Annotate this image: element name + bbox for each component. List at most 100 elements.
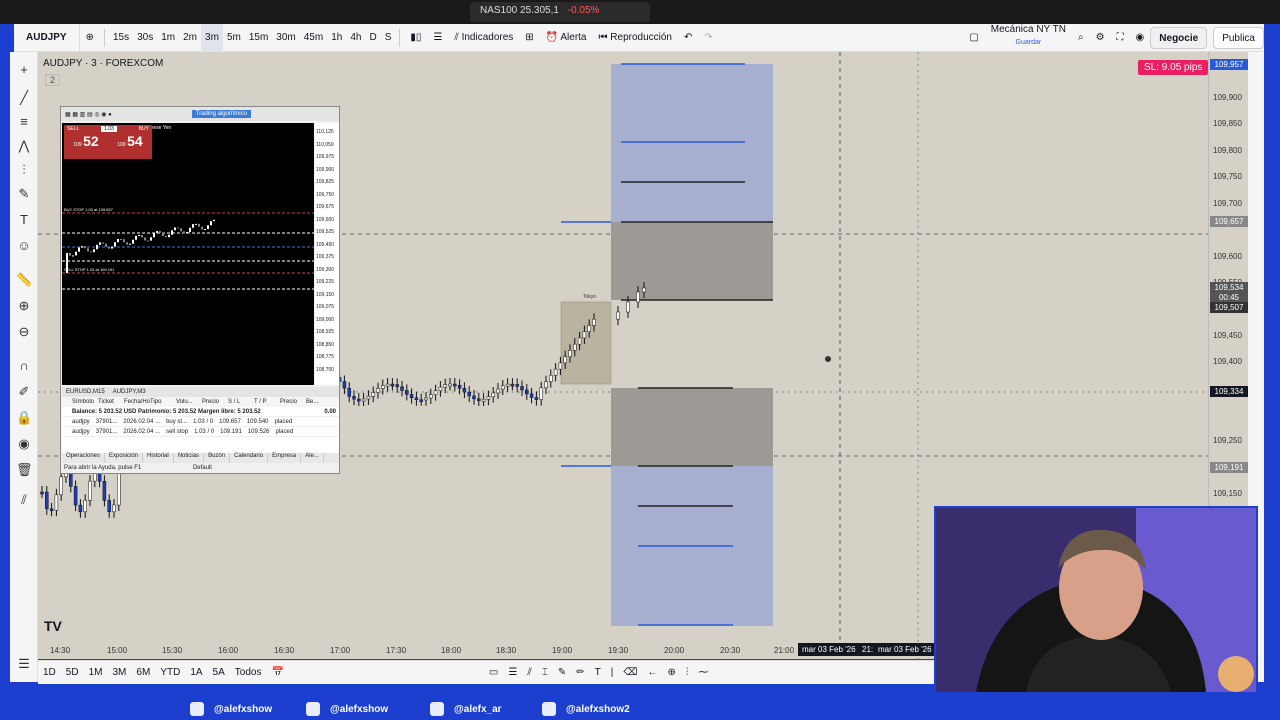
range-6M[interactable]: 6M — [131, 667, 155, 678]
publish-button[interactable]: Publica — [1213, 26, 1264, 49]
long-target-zone[interactable] — [611, 64, 773, 222]
layout-name-button[interactable]: Mecánica NY TN Guardar — [985, 24, 1072, 52]
interval-D[interactable]: D — [365, 24, 380, 52]
eraser-icon[interactable]: ⌫ — [623, 667, 637, 678]
mt-column-header[interactable]: S / L — [228, 397, 254, 407]
range-1D[interactable]: 1D — [38, 667, 61, 678]
mt-column-header[interactable]: Precio — [202, 397, 228, 407]
mt-tab[interactable]: Historial — [143, 453, 174, 463]
range-5A[interactable]: 5A — [208, 667, 230, 678]
search-icon[interactable]: ⌕ — [1072, 24, 1090, 52]
redo-icon[interactable]: ↷ — [698, 24, 718, 52]
alert-button[interactable]: ⏰ Alerta — [540, 24, 593, 52]
target-icon[interactable]: ⊕ — [667, 667, 675, 678]
text-icon[interactable]: T — [595, 667, 601, 678]
mt-buy-button[interactable]: BUY — [139, 126, 149, 132]
interval-S[interactable]: S — [381, 24, 396, 52]
mt-column-header[interactable]: Volu... — [176, 397, 202, 407]
collapse-icon[interactable]: ☰ — [16, 656, 32, 672]
undo-icon[interactable]: ↶ — [678, 24, 698, 52]
mt-terminal[interactable]: EURUSD,M15 AUDJPY,M3 Símbolo Ticket Fecha/H… — [62, 387, 339, 473]
range-1A[interactable]: 1A — [185, 667, 207, 678]
mt-tab[interactable]: Noticias — [174, 453, 205, 463]
mt-tab[interactable]: Ale... — [301, 453, 324, 463]
wave-icon[interactable]: ⁓ — [698, 667, 708, 678]
mt-chart[interactable]: AUDJPY, M3: Australian Dollar vs Japanes… — [62, 123, 314, 385]
symbol-search-button[interactable]: AUDJPY — [14, 23, 80, 52]
measure-icon[interactable]: ⌶ — [542, 667, 548, 678]
mt-lot-field[interactable]: 1.03 — [101, 126, 117, 132]
ruler-icon[interactable]: 📏 — [16, 272, 32, 288]
templates-icon[interactable]: ⊞ — [519, 24, 539, 52]
fullscreen-icon[interactable]: ⛶ — [1111, 24, 1130, 52]
indicator-count[interactable]: 2 — [45, 74, 61, 86]
interval-3m[interactable]: 3m — [201, 23, 223, 52]
mt-window-tab[interactable]: AUDJPY,M3 — [109, 387, 150, 397]
interval-15m[interactable]: 15m — [245, 24, 272, 52]
range-3M[interactable]: 3M — [108, 667, 132, 678]
replay-button[interactable]: ⏮ Reproducción — [593, 24, 679, 52]
mt-order-row[interactable]: audjpy 37901... 2026.02.04 ... buy st... 1.0… — [62, 417, 339, 427]
add-symbol-icon[interactable]: ⊕ — [80, 24, 100, 52]
fib-icon[interactable]: ≡ — [16, 114, 32, 130]
range-Todos[interactable]: Todos — [230, 667, 267, 678]
mt-one-click-panel[interactable]: SELL 1.03 BUY 109 52 109 54 — [64, 125, 152, 159]
tokyo-session-box[interactable] — [560, 301, 612, 385]
mt-tab[interactable]: Calendario — [230, 453, 269, 463]
eye-icon[interactable]: ◉ — [16, 436, 32, 452]
mt-tab[interactable]: Exposición — [105, 453, 144, 463]
browser-tab[interactable]: NAS100 25.305,1 -0.05% — [470, 2, 650, 22]
forecast-icon[interactable]: ⫶ — [16, 162, 32, 178]
mt-order-row[interactable]: audjpy 37901... 2026.02.04 ... sell stop 1.0… — [62, 427, 339, 437]
lines-icon[interactable]: ☰ — [508, 667, 517, 678]
mt-column-header[interactable]: Precio — [280, 397, 306, 407]
arrow-icon[interactable]: ← — [647, 667, 657, 678]
rectangle-icon[interactable]: ▭ — [489, 667, 498, 678]
indicators-button[interactable]: ⫽ Indicadores — [448, 24, 519, 52]
mt-column-header[interactable]: Be... — [306, 397, 332, 407]
interval-5m[interactable]: 5m — [223, 24, 245, 52]
mt-column-header[interactable]: T / P — [254, 397, 280, 407]
range-1M[interactable]: 1M — [84, 667, 108, 678]
channel-icon[interactable]: ⫽ — [527, 667, 531, 678]
interval-30m[interactable]: 30m — [272, 24, 299, 52]
chart-type-icon[interactable]: ☰ — [427, 24, 448, 52]
interval-30s[interactable]: 30s — [133, 24, 157, 52]
interval-1m[interactable]: 1m — [157, 24, 179, 52]
cursor-icon[interactable]: | — [611, 667, 614, 678]
brush-icon[interactable]: ✎ — [16, 186, 32, 202]
trash-icon[interactable]: 🗑 — [16, 462, 33, 478]
text-icon[interactable]: T — [16, 212, 32, 228]
long-stop-zone[interactable] — [611, 222, 773, 300]
mt-tab[interactable]: Operaciones — [62, 453, 106, 463]
range-YTD[interactable]: YTD — [155, 667, 185, 678]
interval-45m[interactable]: 45m — [300, 24, 327, 52]
brush-icon[interactable]: ✎ — [558, 667, 566, 678]
mt-tab[interactable]: Buzón — [204, 453, 231, 463]
camera-icon[interactable]: ◉ — [1130, 24, 1151, 52]
calendar-icon[interactable]: 📅 — [266, 667, 288, 678]
mt-column-header[interactable]: Ticket — [98, 397, 124, 407]
pencil-icon[interactable]: ✏ — [576, 667, 584, 678]
emoji-icon[interactable]: ☺ — [16, 238, 32, 254]
mt-toolbar-icons[interactable]: ▦ ▦ ▥ ▤ ◎ ◉ ● — [65, 111, 112, 118]
zoom-in-icon[interactable]: ⊕ — [16, 298, 32, 314]
crosshair-icon[interactable]: + — [16, 62, 32, 78]
magnet-icon[interactable]: ∩ — [16, 358, 32, 374]
mt-column-header[interactable]: Símbolo — [72, 397, 98, 407]
lock-drawing-icon[interactable]: ✐ — [16, 384, 32, 400]
trade-button[interactable]: Negocie — [1150, 26, 1208, 49]
interval-1h[interactable]: 1h — [327, 24, 346, 52]
algo-trading-button[interactable]: Trading algorítmico — [191, 110, 251, 118]
mt-sell-button[interactable]: SELL — [67, 126, 79, 132]
interval-4h[interactable]: 4h — [346, 24, 365, 52]
interval-2m[interactable]: 2m — [179, 24, 201, 52]
mt-tab[interactable]: Empresa — [268, 453, 302, 463]
interval-15s[interactable]: 15s — [109, 24, 133, 52]
range-5D[interactable]: 5D — [61, 667, 84, 678]
mt-column-header[interactable]: Tipo — [150, 397, 176, 407]
filter-icon[interactable]: ⫶ — [686, 667, 689, 678]
short-stop-zone[interactable] — [611, 388, 773, 466]
pattern-icon[interactable]: ⋀ — [16, 138, 32, 154]
lock-icon[interactable]: 🔒 — [16, 410, 32, 426]
